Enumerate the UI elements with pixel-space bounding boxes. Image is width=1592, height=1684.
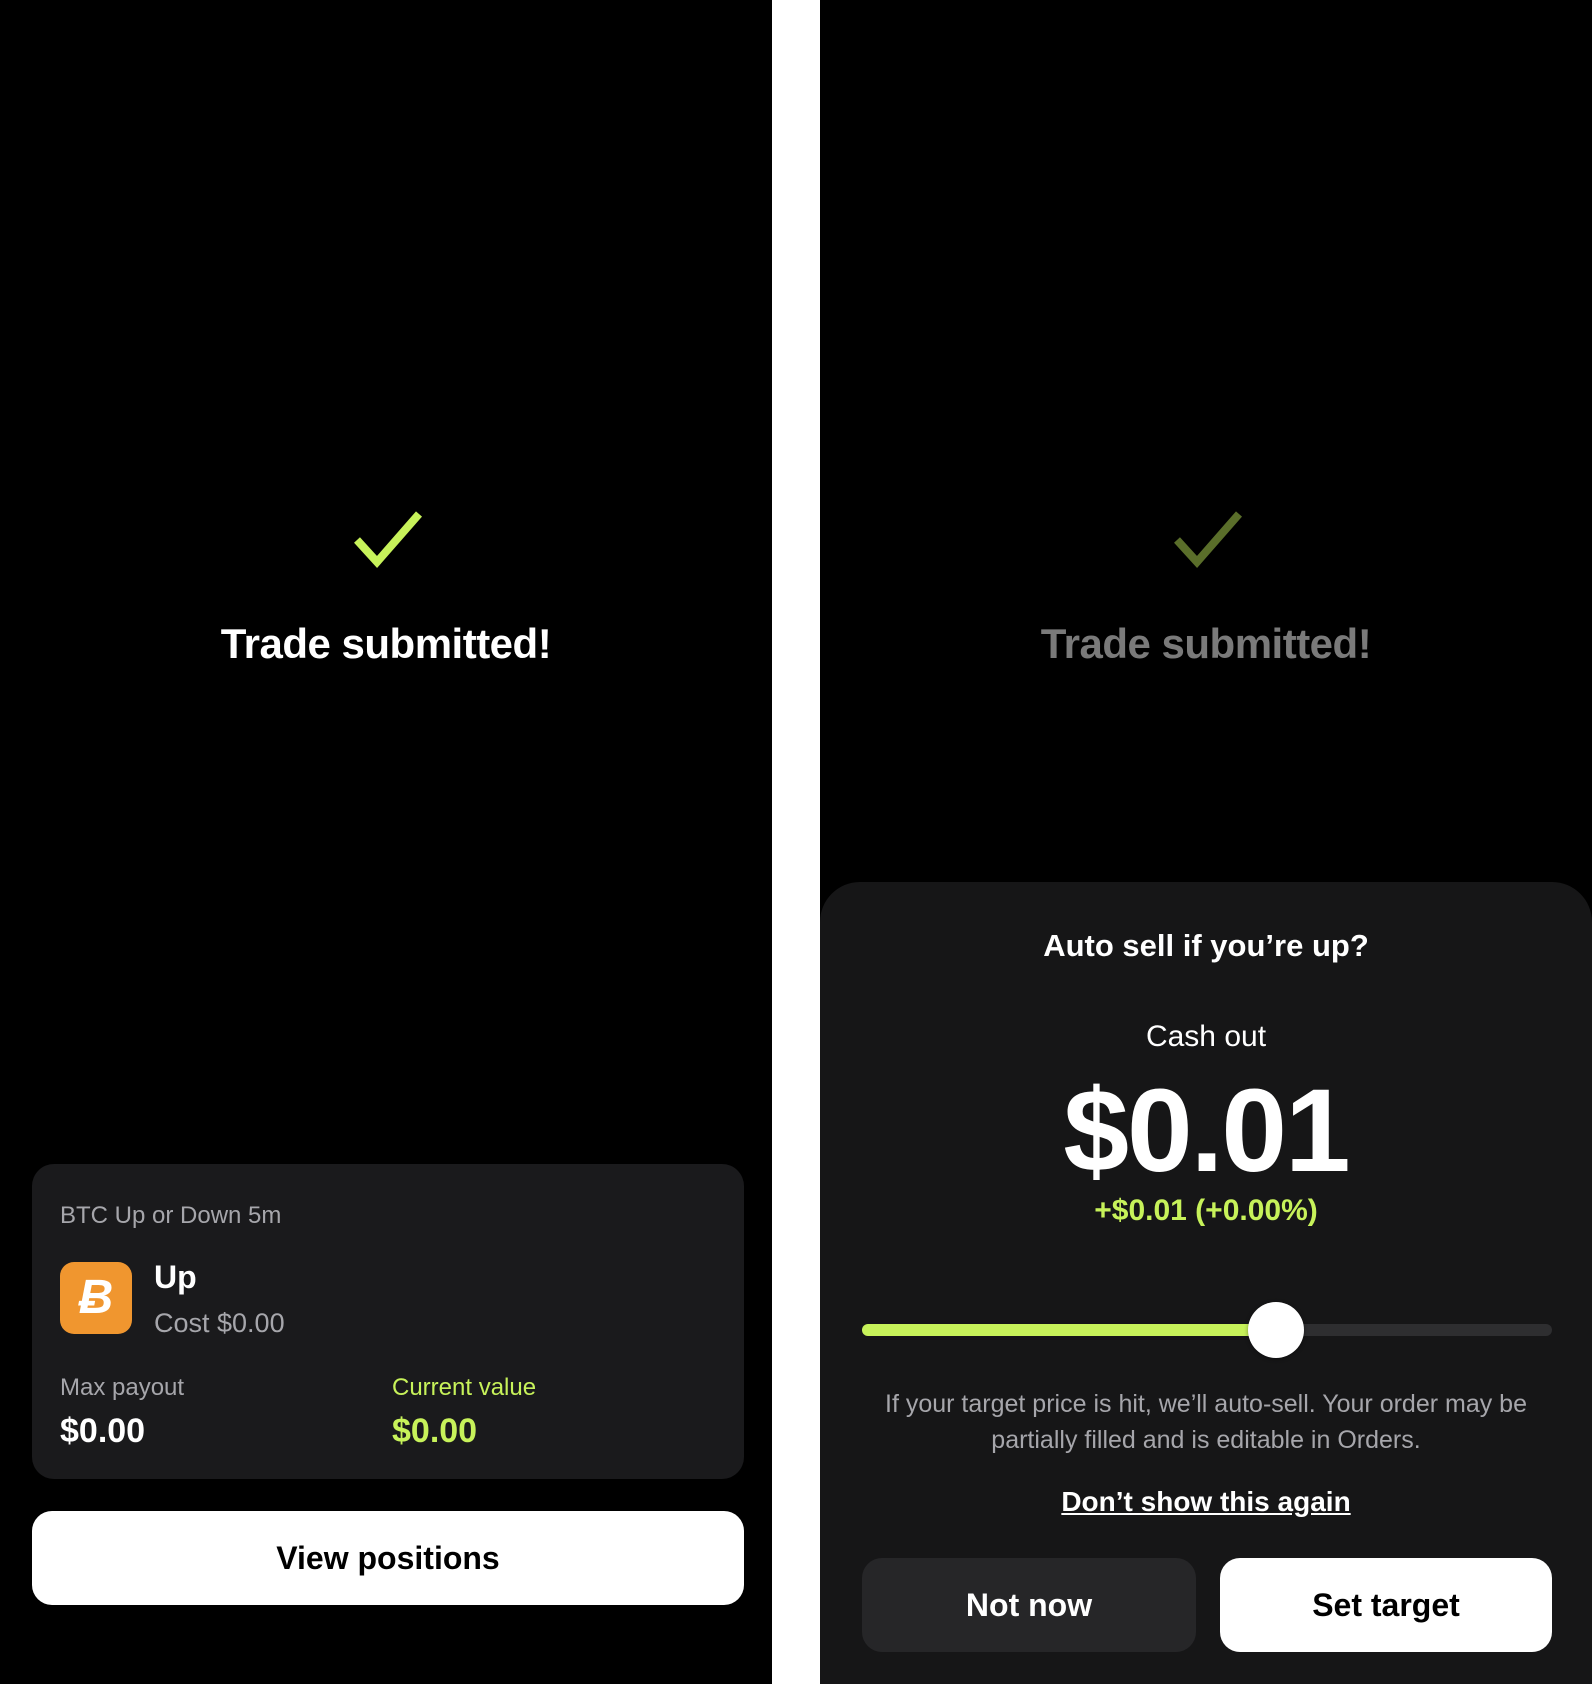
slider-thumb[interactable] — [1248, 1302, 1304, 1358]
headline: Trade submitted! — [220, 620, 552, 667]
cash-out-amount: $0.01 — [1063, 1065, 1350, 1197]
slider-fill — [862, 1324, 1276, 1336]
view-positions-button[interactable]: View positions — [32, 1511, 744, 1605]
trade-summary-card: BTC Up or Down 5m Ƀ Up Cost $0.00 Max pa… — [32, 1164, 744, 1479]
bitcoin-symbol: Ƀ — [78, 1271, 114, 1324]
checkmark-icon — [1174, 511, 1243, 569]
bitcoin-icon: Ƀ — [60, 1262, 132, 1334]
cash-out-change: +$0.01 (+0.00%) — [1094, 1194, 1318, 1227]
cost-label: Cost $0.00 — [154, 1308, 285, 1338]
headline: Trade submitted! — [1040, 620, 1372, 667]
max-payout-value: $0.00 — [60, 1412, 146, 1450]
auto-sell-sheet: Auto sell if you’re up? Cash out $0.01 +… — [820, 882, 1592, 1684]
trade-confirmation-screen: Trade submitted! BTC Up or Down 5m Ƀ Up … — [0, 0, 772, 1684]
dont-show-again-link[interactable]: Don’t show this again — [820, 1488, 1592, 1516]
outcome-label: Up — [154, 1259, 197, 1295]
auto-sell-info: If your target price is hit, we’ll auto-… — [885, 1390, 1527, 1454]
target-slider[interactable] — [862, 1302, 1552, 1358]
auto-sell-screen: Trade submitted! Auto sell if you’re up?… — [820, 0, 1592, 1684]
market-title: BTC Up or Down 5m — [60, 1202, 282, 1229]
not-now-button[interactable]: Not now — [862, 1558, 1196, 1652]
max-payout-label: Max payout — [60, 1374, 185, 1401]
sheet-title: Auto sell if you’re up? — [1043, 928, 1369, 963]
checkmark-icon — [354, 511, 423, 569]
cash-out-label: Cash out — [1145, 1020, 1267, 1053]
current-value-label: Current value — [392, 1374, 537, 1401]
current-value-value: $0.00 — [392, 1412, 478, 1450]
set-target-button[interactable]: Set target — [1220, 1558, 1552, 1652]
